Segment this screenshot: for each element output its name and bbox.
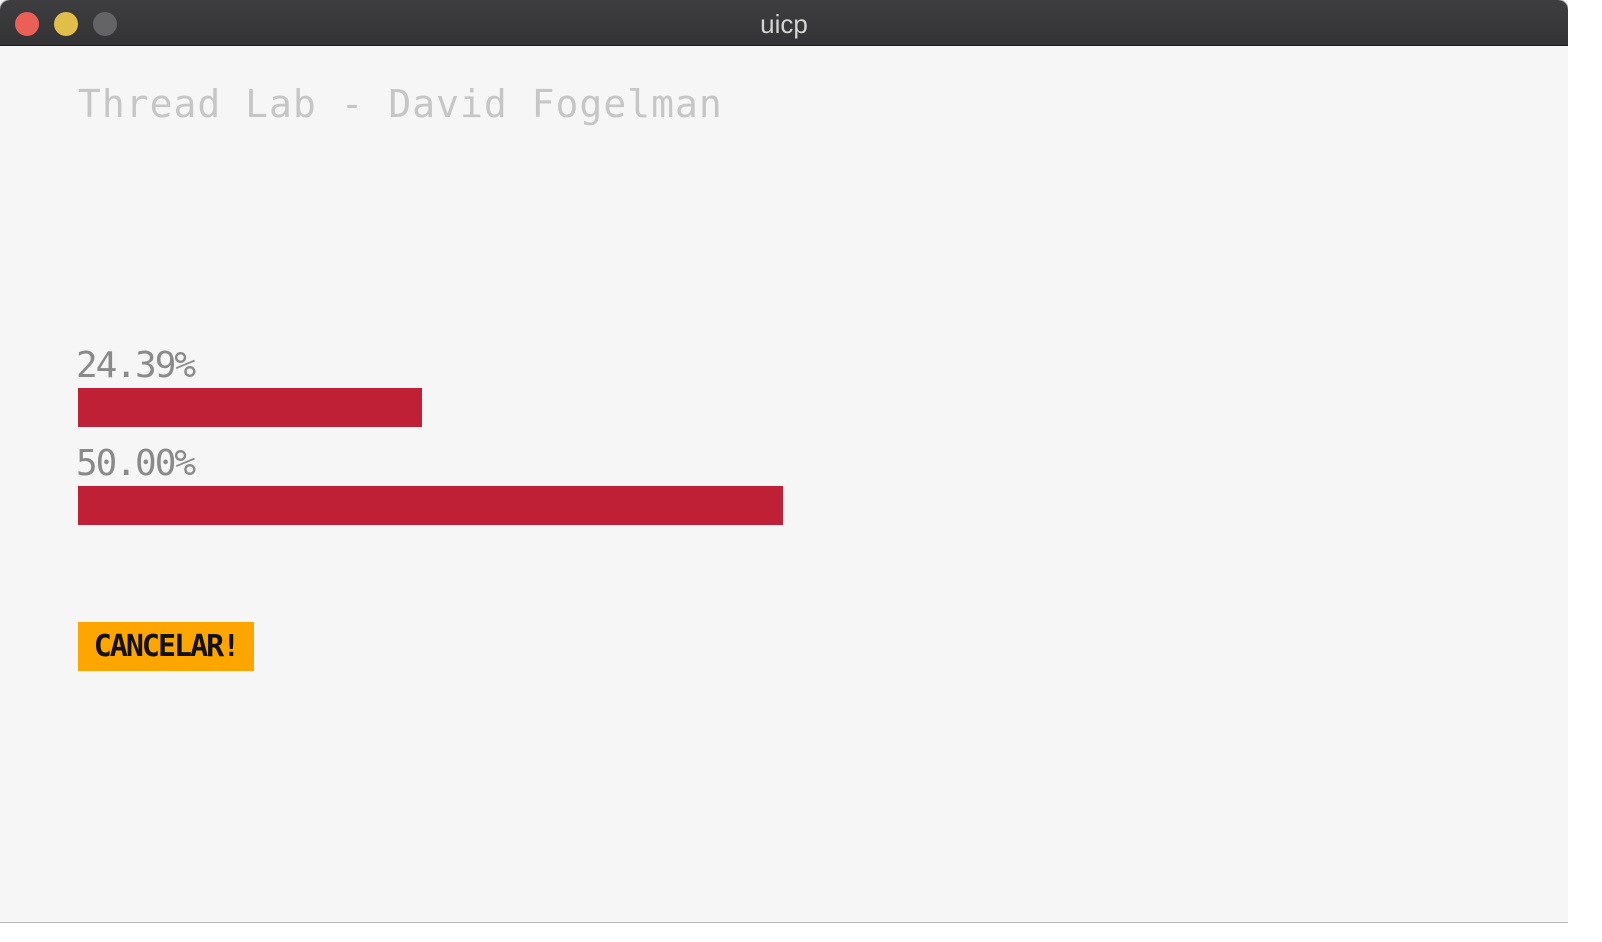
progress-bar-2-fill [78, 486, 783, 525]
progress-bar-2 [78, 486, 1488, 525]
app-heading: Thread Lab - David Fogelman [78, 82, 723, 126]
title-bar[interactable]: uicp [0, 0, 1568, 46]
progress-bar-1 [78, 388, 1488, 427]
window-title: uicp [760, 9, 808, 39]
progress-1-percent-label: 24.39% [76, 345, 196, 386]
cancel-button[interactable]: CANCELAR! [78, 622, 254, 671]
app-window: uicp Thread Lab - David Fogelman 24.39% … [0, 0, 1568, 922]
progress-bar-1-fill [78, 388, 422, 427]
progress-2-percent-label: 50.00% [76, 443, 196, 484]
page-background [1568, 0, 1602, 942]
